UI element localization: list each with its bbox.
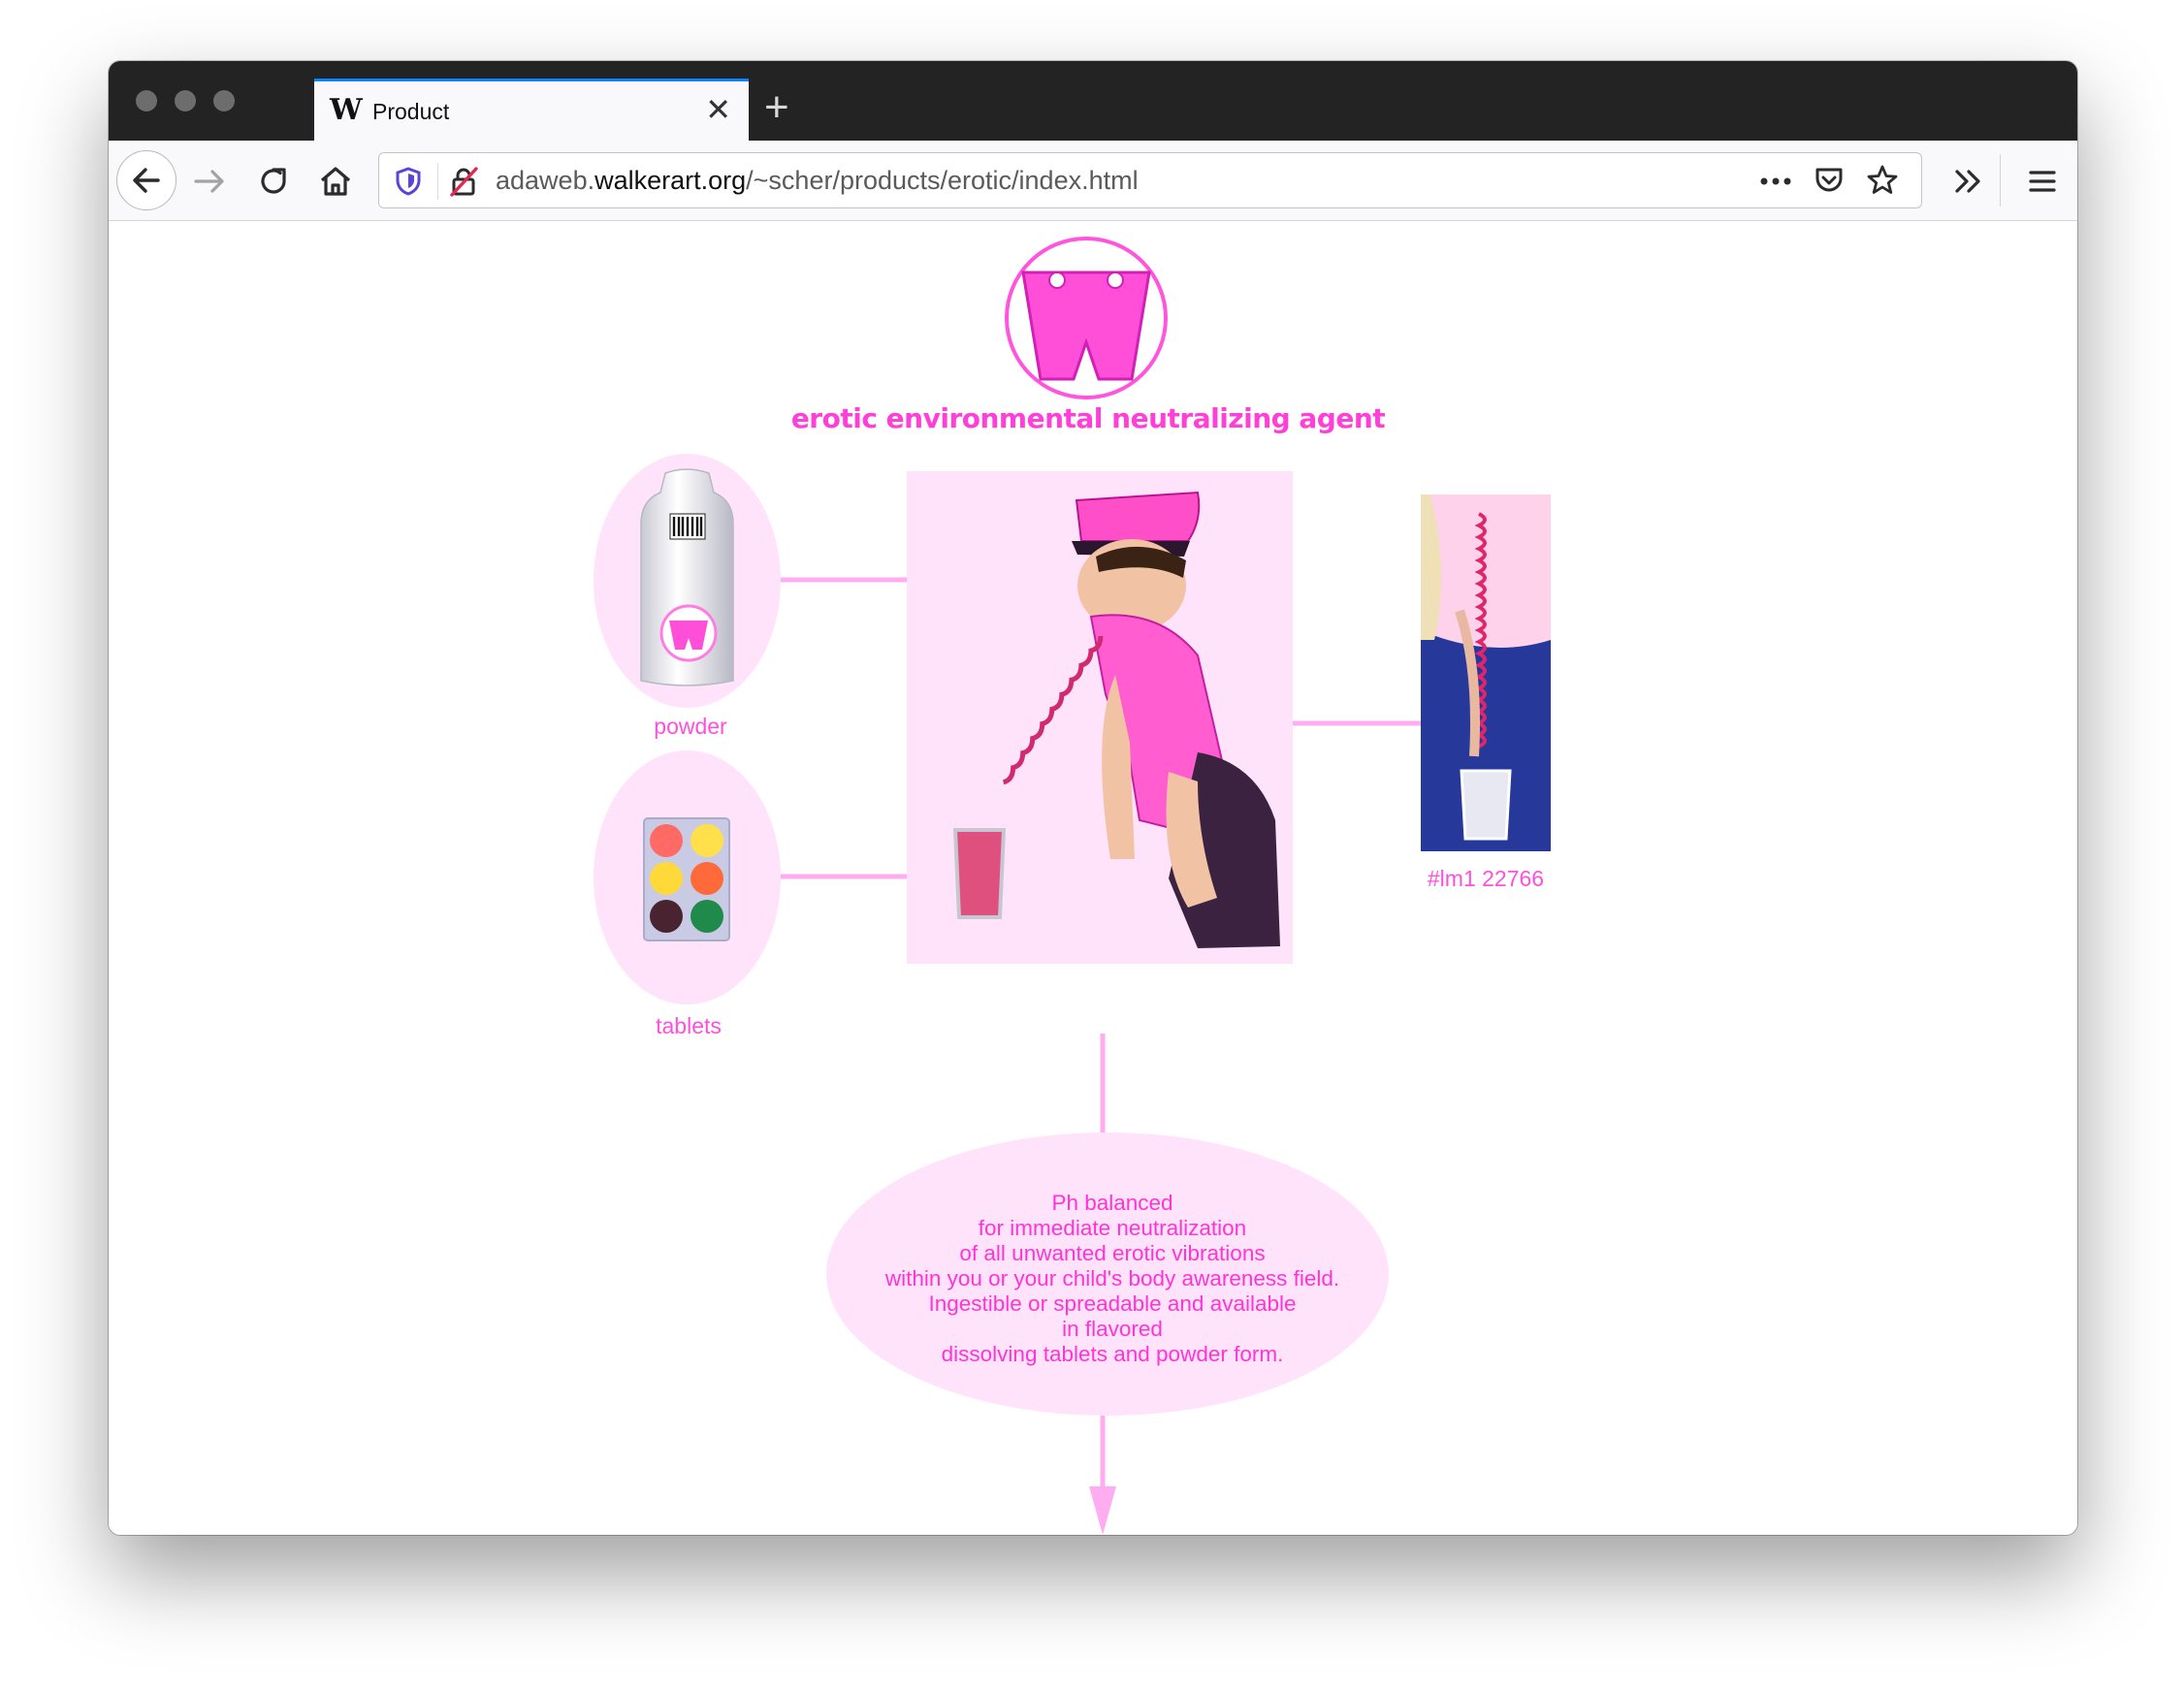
- zoom-window-button[interactable]: [213, 90, 235, 112]
- description-text: Ph balanced for immediate neutralization…: [826, 1191, 1398, 1367]
- glass-with-straw-illustration: [1421, 494, 1551, 851]
- navigation-toolbar: adaweb.walkerart.org/~scher/products/ero…: [109, 141, 2077, 221]
- child-drinking-illustration: [952, 491, 1280, 948]
- reload-button[interactable]: [254, 162, 293, 207]
- close-window-button[interactable]: [136, 90, 157, 112]
- more-dots-icon[interactable]: [1758, 170, 1793, 193]
- back-button[interactable]: [116, 150, 177, 210]
- app-menu-button[interactable]: [2025, 162, 2060, 207]
- description-line: in flavored: [1062, 1317, 1163, 1341]
- arrow-right-icon: [194, 170, 224, 193]
- lock-slash-icon[interactable]: [447, 165, 480, 198]
- home-icon: [320, 167, 351, 196]
- new-tab-button[interactable]: +: [764, 86, 789, 129]
- minimize-window-button[interactable]: [175, 90, 196, 112]
- tablets-pack-icon: [643, 817, 730, 941]
- site-favicon-icon: W: [330, 93, 363, 127]
- overflow-menu-button[interactable]: [1949, 162, 1988, 207]
- description-line: Ingestible or spreadable and available: [928, 1291, 1297, 1316]
- url-domain: walkerart.org: [594, 166, 747, 195]
- page-content: erotic environmental neutralizing agent: [109, 221, 2077, 1535]
- hamburger-menu-icon: [2029, 171, 2056, 192]
- arrow-left-icon: [133, 168, 160, 193]
- tab-product[interactable]: W Product ✕: [314, 79, 749, 141]
- chevron-double-right-icon: [1955, 170, 1980, 193]
- forward-button[interactable]: [190, 162, 229, 207]
- catalog-product-image[interactable]: [1421, 494, 1551, 851]
- down-arrow-head: [1089, 1486, 1116, 1535]
- page-title: erotic environmental neutralizing agent: [790, 402, 1386, 434]
- description-line: within you or your child's body awarenes…: [884, 1266, 1340, 1291]
- powder-bottle-icon: [640, 468, 734, 686]
- tablets-product-link[interactable]: [594, 750, 781, 1004]
- powder-label[interactable]: powder: [632, 714, 749, 740]
- tab-bar: W Product ✕ +: [109, 61, 2077, 141]
- catalog-number: #lm1 22766: [1427, 866, 1545, 891]
- w-logo-icon[interactable]: [1004, 236, 1169, 400]
- toolbar-separator: [2000, 154, 2001, 207]
- url-separator: [437, 163, 438, 200]
- description-line: Ph balanced: [1051, 1191, 1173, 1215]
- home-button[interactable]: [316, 162, 355, 207]
- tab-title: Product: [372, 99, 450, 124]
- pocket-icon[interactable]: [1813, 164, 1846, 197]
- address-bar[interactable]: adaweb.walkerart.org/~scher/products/ero…: [378, 152, 1922, 208]
- url-prefix: adaweb.: [496, 166, 595, 195]
- description-line: for immediate neutralization: [978, 1216, 1247, 1240]
- close-tab-icon[interactable]: ✕: [705, 91, 731, 128]
- browser-window: W Product ✕ + adaweb.walkerart.org/~sche…: [109, 61, 2077, 1535]
- star-icon[interactable]: [1865, 163, 1900, 198]
- tablets-label[interactable]: tablets: [630, 1013, 747, 1039]
- main-product-image: [907, 471, 1293, 964]
- description-line: dissolving tablets and powder form.: [941, 1342, 1284, 1366]
- description-line: of all unwanted erotic vibrations: [959, 1241, 1266, 1265]
- shield-icon[interactable]: [393, 166, 424, 197]
- url-path: /~scher/products/erotic/index.html: [746, 166, 1139, 195]
- url-text[interactable]: adaweb.walkerart.org/~scher/products/ero…: [496, 166, 1139, 196]
- reload-icon: [261, 168, 286, 194]
- powder-product-link[interactable]: [594, 454, 781, 708]
